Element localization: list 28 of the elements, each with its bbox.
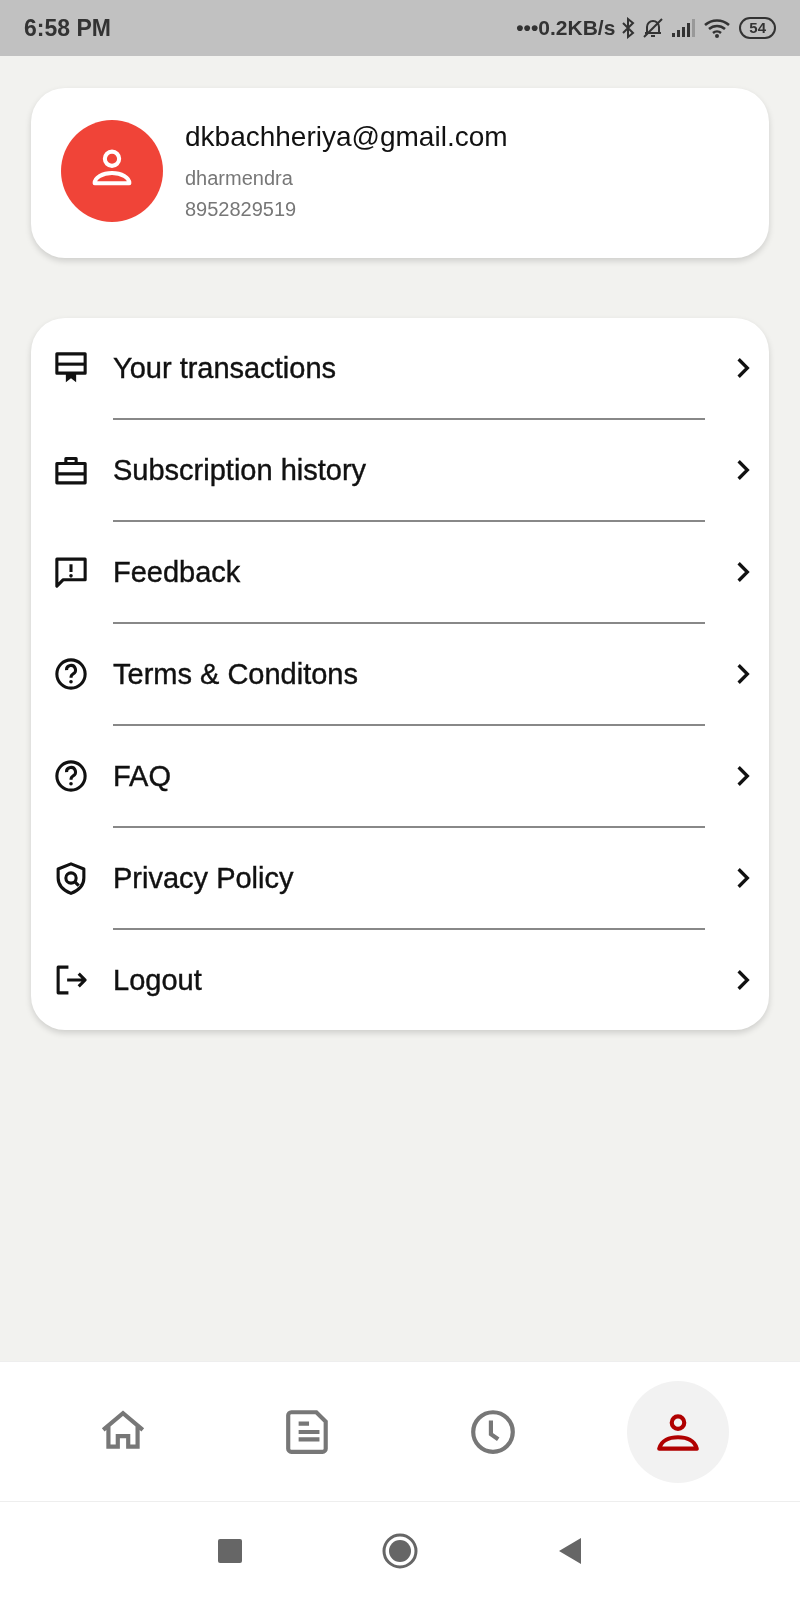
menu-item[interactable]: FAQ xyxy=(53,726,769,826)
home-circle-icon[interactable] xyxy=(382,1533,418,1569)
menu-item[interactable]: Your transactions xyxy=(53,318,769,418)
chevron-icon xyxy=(735,662,751,686)
user-name: dharmendra xyxy=(185,167,294,190)
chevron-icon xyxy=(735,458,751,482)
chevron-icon xyxy=(735,356,751,380)
chevron-icon xyxy=(735,560,751,584)
phone-number: 8952829519 xyxy=(185,198,298,221)
chevron-icon xyxy=(735,866,751,890)
chevron-icon xyxy=(735,764,751,788)
menu-item[interactable]: Terms & Conditons xyxy=(53,624,769,724)
status-time: 6:58 PM xyxy=(24,14,111,42)
signal-icon xyxy=(671,17,698,39)
bluetooth-icon xyxy=(621,17,636,39)
email-text: dkbachheriya@gmail.com xyxy=(185,121,508,153)
avatar-icon xyxy=(61,120,163,222)
muted-bell-icon xyxy=(641,17,666,39)
chevron-icon xyxy=(735,968,751,992)
help-icon xyxy=(53,656,89,692)
menu-item[interactable]: Feedback xyxy=(53,522,769,622)
battery-level: 54 xyxy=(739,17,776,39)
help-icon xyxy=(53,758,89,794)
menu-item[interactable]: Logout xyxy=(53,930,769,1030)
network-speed: •••0.2KB/s xyxy=(516,16,616,40)
back-icon[interactable] xyxy=(558,1537,582,1565)
menu-item[interactable]: Subscription history xyxy=(53,420,769,520)
menu-item[interactable]: Privacy Policy xyxy=(53,828,769,928)
